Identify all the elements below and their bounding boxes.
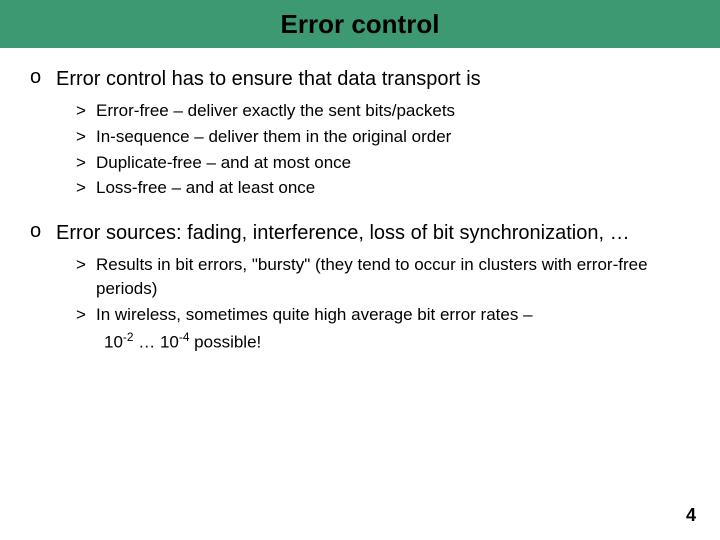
bullet-marker-main: o [30,220,56,247]
sub-bullet-text: Results in bit errors, "bursty" (they te… [96,253,690,301]
bullet-marker-sub: > [76,125,96,149]
bullet-text: Error control has to ensure that data tr… [56,66,481,93]
sub-bullet-item: > Error-free – deliver exactly the sent … [76,99,690,123]
sub-bullet-item: > In wireless, sometimes quite high aver… [76,303,690,327]
sub-bullet-text: Error-free – deliver exactly the sent bi… [96,99,690,123]
slide-title: Error control [281,9,440,40]
sub-bullet-text: In wireless, sometimes quite high averag… [96,303,690,327]
bullet-marker-sub: > [76,176,96,200]
sub-bullet-text: Loss-free – and at least once [96,176,690,200]
page-number: 4 [686,505,696,526]
bullet-marker-sub: > [76,303,96,327]
bullet-marker-sub: > [76,99,96,123]
bullet-text: Error sources: fading, interference, los… [56,220,630,247]
bullet-marker-sub: > [76,151,96,175]
sub-bullet-text: Duplicate-free – and at most once [96,151,690,175]
sub-bullet-item: > Duplicate-free – and at most once [76,151,690,175]
bullet-main: o Error control has to ensure that data … [30,66,690,93]
slide-content: o Error control has to ensure that data … [0,48,720,354]
bullet-main: o Error sources: fading, interference, l… [30,220,690,247]
title-bar: Error control [0,0,720,48]
sub-bullet-item: > Results in bit errors, "bursty" (they … [76,253,690,301]
sub-list: > Results in bit errors, "bursty" (they … [76,253,690,354]
bullet-marker-main: o [30,66,56,93]
sub-list: > Error-free – deliver exactly the sent … [76,99,690,200]
bullet-marker-sub: > [76,253,96,301]
sub-bullet-item: > Loss-free – and at least once [76,176,690,200]
sub-bullet-item: > In-sequence – deliver them in the orig… [76,125,690,149]
sub-bullet-continuation: 10-2 … 10-4 possible! [104,329,690,354]
sub-bullet-text: In-sequence – deliver them in the origin… [96,125,690,149]
